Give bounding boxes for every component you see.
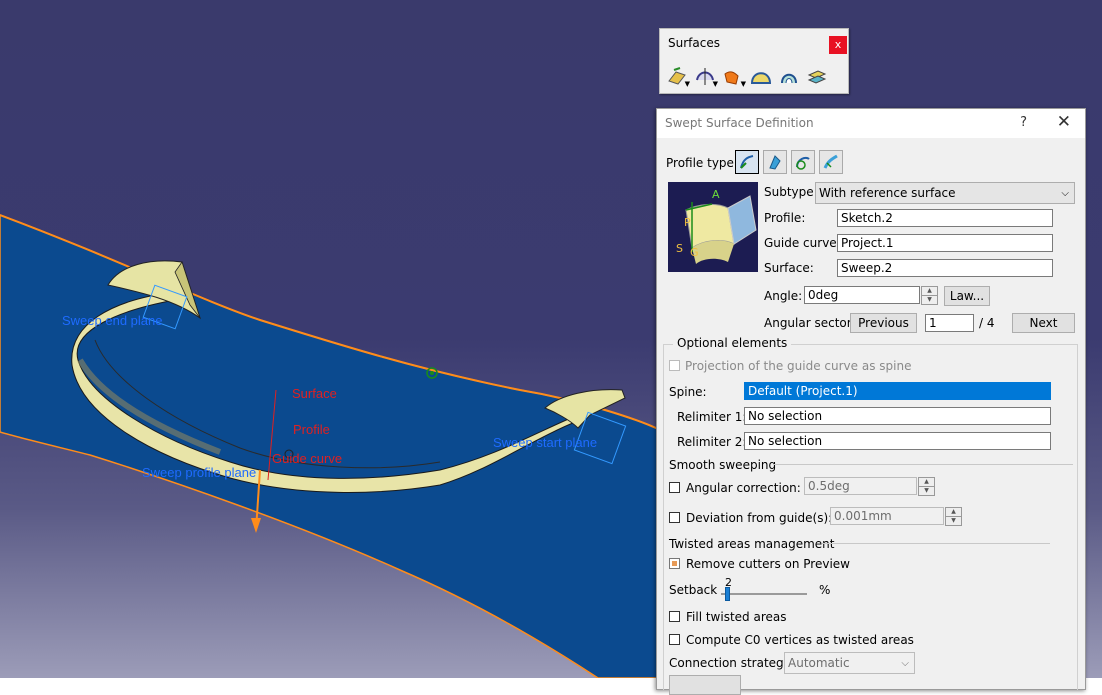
toolbar-close-button[interactable]: x xyxy=(829,36,847,54)
guide-curve-label: Guide curve xyxy=(272,451,342,466)
profile-field[interactable]: Sketch.2 xyxy=(837,209,1053,227)
deviation-spinner[interactable]: ▲ ▼ xyxy=(945,507,962,526)
partial-button[interactable] xyxy=(669,675,741,695)
revolve-icon[interactable]: ▼ xyxy=(692,64,718,88)
preview-label-g: G xyxy=(690,246,699,259)
surface-field[interactable]: Sweep.2 xyxy=(837,259,1053,277)
deviation-checkbox[interactable] xyxy=(669,512,680,523)
circle-icon[interactable] xyxy=(791,150,815,174)
angular-correction-spinner[interactable]: ▲ ▼ xyxy=(918,477,935,496)
sweep-icon[interactable]: ▼ xyxy=(720,64,746,88)
profile-label: Profile xyxy=(293,422,330,437)
guide-curve-label: Guide curve: xyxy=(764,236,841,250)
remove-cutters-label: Remove cutters on Preview xyxy=(686,557,850,571)
smooth-sweeping-title: Smooth sweeping xyxy=(669,458,777,472)
sweep-start-plane-label: Sweep start plane xyxy=(493,435,597,450)
subtype-value: With reference surface xyxy=(819,186,956,200)
chevron-down-icon: ⌵ xyxy=(901,658,909,669)
previous-button[interactable]: Previous xyxy=(850,313,917,333)
profile-label: Profile: xyxy=(764,211,806,225)
surface-label: Surface xyxy=(292,386,337,401)
setback-label: Setback xyxy=(669,583,718,597)
relimiter-2-label: Relimiter 2: xyxy=(677,435,747,449)
fill-twisted-checkbox[interactable] xyxy=(669,611,680,622)
subtype-select[interactable]: With reference surface ⌵ xyxy=(815,182,1075,204)
toolbar-title: Surfaces xyxy=(668,36,720,50)
compute-c0-checkbox[interactable] xyxy=(669,634,680,645)
law-button[interactable]: Law... xyxy=(944,286,990,306)
dialog-title: Swept Surface Definition xyxy=(665,116,814,130)
angular-sector-label: Angular sector: xyxy=(764,316,856,330)
setback-slider-thumb[interactable] xyxy=(725,587,730,601)
deviation-label: Deviation from guide(s): xyxy=(686,511,833,525)
projection-label: Projection of the guide curve as spine xyxy=(685,359,912,373)
connection-strategy-select[interactable]: Automatic ⌵ xyxy=(784,652,915,674)
conic-icon[interactable] xyxy=(819,150,843,174)
sector-total: / 4 xyxy=(979,316,995,330)
sector-field[interactable]: 1 xyxy=(925,314,974,332)
offset-icon[interactable] xyxy=(804,64,830,88)
chevron-down-icon: ⌵ xyxy=(1061,188,1069,199)
compute-c0-label: Compute C0 vertices as twisted areas xyxy=(686,633,914,647)
fill-icon[interactable] xyxy=(748,64,774,88)
sweep-profile-plane-label: Sweep profile plane xyxy=(142,465,256,480)
subtype-label: Subtype: xyxy=(764,185,818,199)
spine-label: Spine: xyxy=(669,385,707,399)
surface-label: Surface: xyxy=(764,261,814,275)
sweep-end-plane-label: Sweep end plane xyxy=(62,313,162,328)
explicit-icon[interactable] xyxy=(735,150,759,174)
help-button[interactable]: ? xyxy=(1020,115,1027,130)
angle-spinner[interactable]: ▲ ▼ xyxy=(921,286,938,305)
angular-correction-label: Angular correction: xyxy=(686,481,801,495)
spine-field[interactable]: Default (Project.1) xyxy=(744,382,1051,400)
angular-correction-field[interactable]: 0.5deg xyxy=(804,477,917,495)
fill-twisted-label: Fill twisted areas xyxy=(686,610,787,624)
preview-label-s: S xyxy=(676,242,683,255)
preview-label-a: A xyxy=(712,188,720,201)
extrude-icon[interactable]: ▼ xyxy=(664,64,690,88)
relimiter-1-label: Relimiter 1: xyxy=(677,410,747,424)
remove-cutters-checkbox[interactable] xyxy=(669,558,680,569)
deviation-field[interactable]: 0.001mm xyxy=(830,507,944,525)
line-icon[interactable] xyxy=(763,150,787,174)
blend-icon[interactable] xyxy=(776,64,802,88)
optional-elements-title: Optional elements xyxy=(673,336,792,350)
connection-strategy-label: Connection strategy: xyxy=(669,656,794,670)
projection-checkbox[interactable] xyxy=(669,360,680,371)
setback-unit: % xyxy=(819,583,831,597)
relimiter-1-field[interactable]: No selection xyxy=(744,407,1051,425)
next-button[interactable]: Next xyxy=(1012,313,1075,333)
relimiter-2-field[interactable]: No selection xyxy=(744,432,1051,450)
surfaces-toolbar[interactable]: Surfaces x ▼ ▼ ▼ xyxy=(659,28,849,94)
profile-type-label: Profile type: xyxy=(666,156,738,170)
setback-slider[interactable] xyxy=(721,593,807,595)
dialog-close-button[interactable]: ✕ xyxy=(1057,112,1071,132)
preview-label-p: P xyxy=(684,216,691,229)
connection-strategy-value: Automatic xyxy=(788,656,850,670)
twisted-areas-title: Twisted areas management xyxy=(669,537,835,551)
guide-curve-field[interactable]: Project.1 xyxy=(837,234,1053,252)
preview-image: A P S G xyxy=(668,182,758,272)
swept-surface-dialog[interactable]: Swept Surface Definition ? ✕ Profile typ… xyxy=(656,108,1086,695)
angular-correction-checkbox[interactable] xyxy=(669,482,680,493)
dialog-titlebar[interactable]: Swept Surface Definition ? ✕ xyxy=(657,109,1085,138)
angle-field[interactable]: 0deg xyxy=(804,286,920,304)
angle-label: Angle: xyxy=(764,289,803,303)
